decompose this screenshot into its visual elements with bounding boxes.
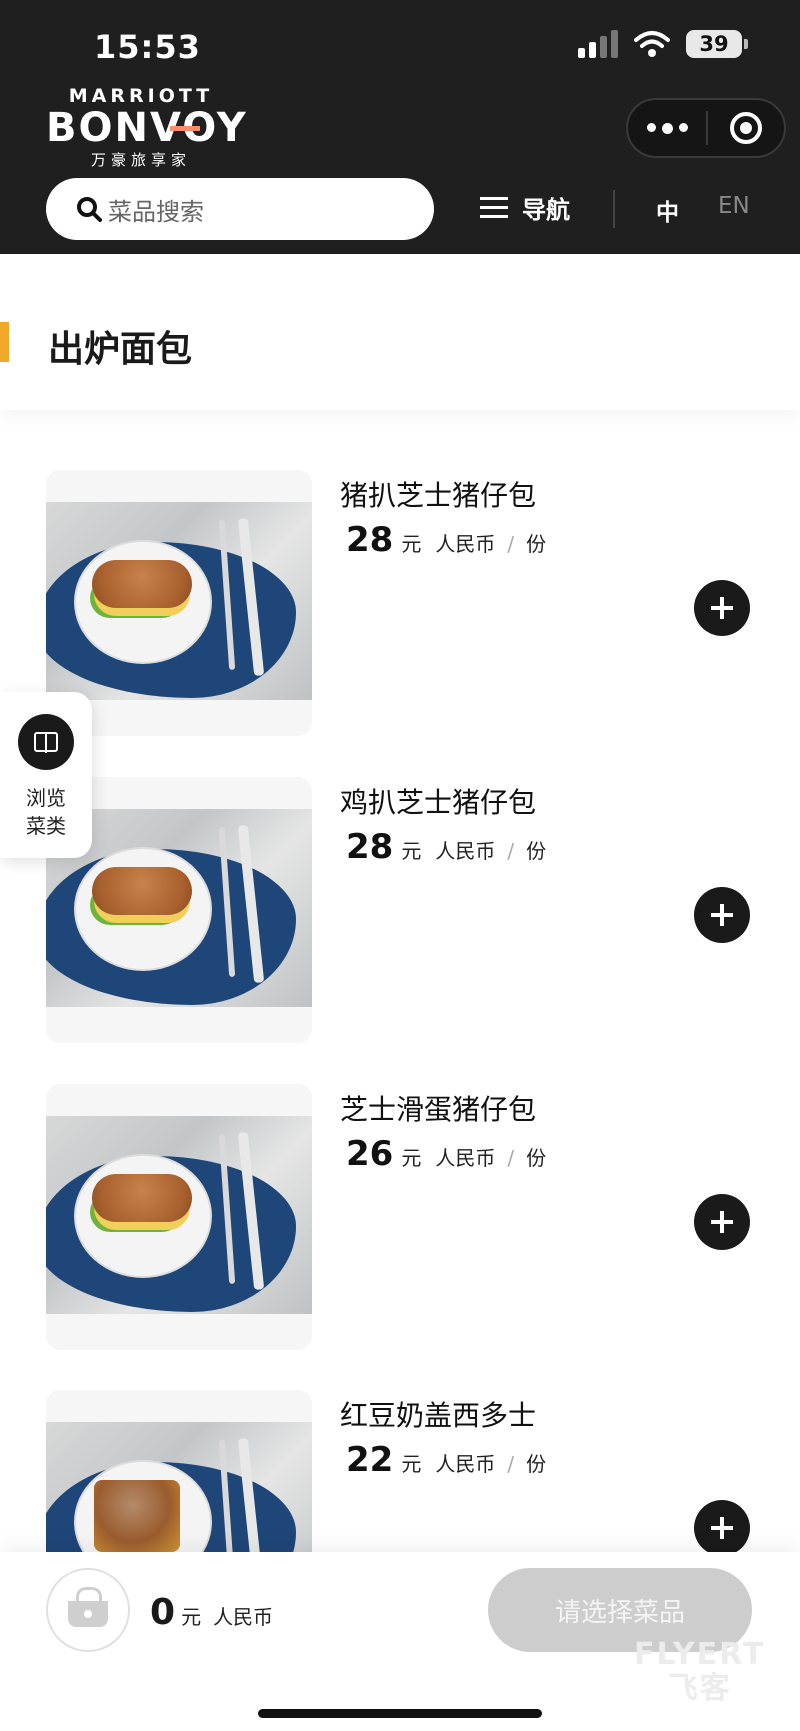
brand-logo[interactable]: MARRIOTT BONVOY 万豪旅享家 bbox=[46, 85, 248, 170]
menu-icon bbox=[480, 197, 508, 218]
cart-button[interactable] bbox=[46, 1568, 130, 1652]
add-to-cart-button[interactable] bbox=[694, 1500, 750, 1556]
status-time: 15:53 bbox=[94, 28, 201, 66]
lang-zh-toggle[interactable]: 中 bbox=[656, 193, 679, 227]
menu-item[interactable]: 芝士滑蛋猪仔包 26 元 人民币 / 份 bbox=[0, 1044, 800, 1350]
status-icons: 39 bbox=[578, 30, 748, 58]
nav-label: 导航 bbox=[522, 196, 570, 224]
search-input[interactable]: 菜品搜索 bbox=[46, 178, 434, 240]
category-accent-bar bbox=[0, 322, 9, 362]
battery-icon: 39 bbox=[686, 30, 748, 58]
cart-bar: 0 元 人民币 请选择菜品 FLYERT 飞客 bbox=[0, 1552, 800, 1731]
brand-line3: 万豪旅享家 bbox=[90, 151, 191, 169]
search-placeholder: 菜品搜索 bbox=[108, 197, 204, 226]
menu-item[interactable]: 猪扒芝士猪仔包 28 元 人民币 / 份 bbox=[0, 430, 800, 736]
app-header: 15:53 39 MARRIOTT BONVOY 万豪旅享家 菜品搜索 导航 中… bbox=[0, 0, 800, 254]
basket-icon bbox=[68, 1587, 108, 1627]
browse-label: 浏览 菜类 bbox=[26, 786, 66, 838]
category-header: 出炉面包 bbox=[0, 254, 800, 410]
cellular-signal-icon bbox=[578, 30, 618, 58]
dish-price: 28 元 人民币 / 份 bbox=[346, 520, 547, 560]
browse-categories-button[interactable]: 浏览 菜类 bbox=[0, 692, 92, 858]
lang-en-toggle[interactable]: EN bbox=[718, 193, 750, 219]
close-miniprogram-icon[interactable] bbox=[708, 112, 784, 144]
plus-icon bbox=[711, 597, 733, 619]
add-to-cart-button[interactable] bbox=[694, 580, 750, 636]
dish-price: 22 元 人民币 / 份 bbox=[346, 1440, 547, 1480]
category-title: 出炉面包 bbox=[48, 329, 193, 370]
dish-price: 26 元 人民币 / 份 bbox=[346, 1134, 547, 1174]
miniprogram-capsule bbox=[626, 98, 786, 158]
dish-name: 红豆奶盖西多士 bbox=[340, 1399, 537, 1432]
dish-price: 28 元 人民币 / 份 bbox=[346, 827, 547, 867]
cart-total: 0 元 人民币 bbox=[150, 1592, 274, 1633]
brand-line1: MARRIOTT bbox=[68, 85, 214, 107]
plus-icon bbox=[711, 1517, 733, 1539]
header-divider bbox=[613, 190, 615, 228]
more-options-icon[interactable] bbox=[628, 122, 706, 134]
dish-photo[interactable] bbox=[46, 1084, 312, 1350]
brand-accent-bar bbox=[170, 126, 200, 131]
watermark: FLYERT 飞客 bbox=[634, 1637, 766, 1706]
nav-button[interactable]: 导航 bbox=[480, 190, 570, 225]
book-icon bbox=[18, 714, 74, 770]
home-indicator bbox=[258, 1709, 542, 1718]
plus-icon bbox=[711, 904, 733, 926]
menu-page: 15:53 39 MARRIOTT BONVOY 万豪旅享家 菜品搜索 导航 中… bbox=[0, 0, 800, 1731]
menu-item[interactable]: 鸡扒芝士猪仔包 28 元 人民币 / 份 bbox=[0, 737, 800, 1043]
dish-name: 鸡扒芝士猪仔包 bbox=[340, 786, 537, 819]
add-to-cart-button[interactable] bbox=[694, 887, 750, 943]
brand-line2: BONVOY bbox=[46, 105, 248, 151]
search-icon bbox=[77, 197, 102, 222]
add-to-cart-button[interactable] bbox=[694, 1194, 750, 1250]
plus-icon bbox=[711, 1211, 733, 1233]
dish-name: 芝士滑蛋猪仔包 bbox=[340, 1093, 537, 1126]
dish-name: 猪扒芝士猪仔包 bbox=[340, 479, 537, 512]
wifi-icon bbox=[634, 31, 670, 57]
